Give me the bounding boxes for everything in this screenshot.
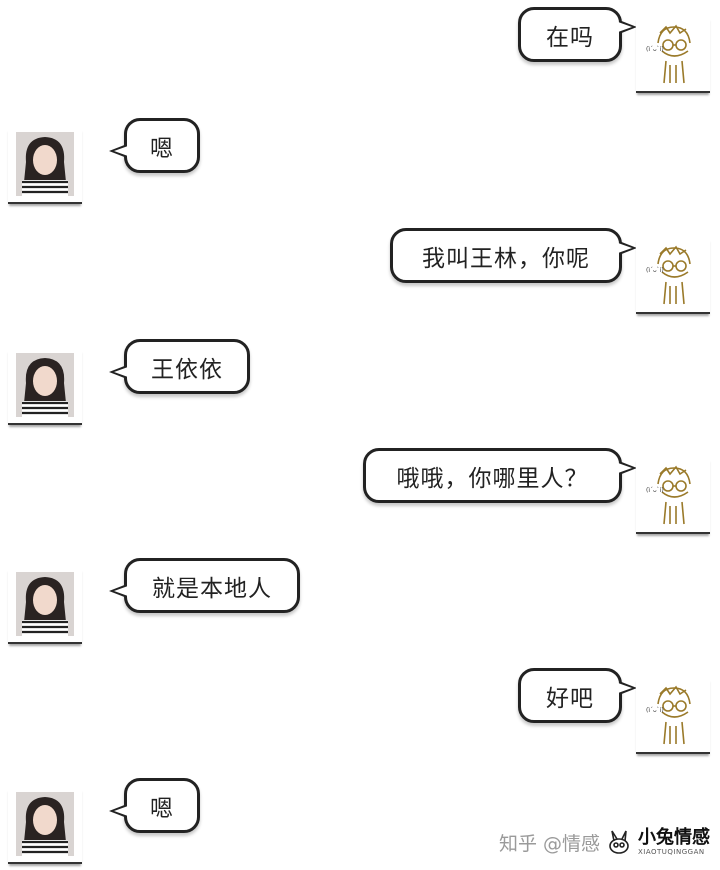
message-text: 嗯 xyxy=(150,795,174,822)
female-avatar[interactable] xyxy=(8,568,82,644)
message-bubble[interactable]: 哦哦，你哪里人？ xyxy=(363,448,637,503)
message-row: 哦哦，你哪里人？ (ìˊᴗˋí) xyxy=(0,448,720,538)
cartoon-boy-icon: (ìˊᴗˋí) xyxy=(646,24,691,84)
svg-text:(ìˊᴗˋí): (ìˊᴗˋí) xyxy=(646,487,664,494)
zhihu-watermark-text: 知乎 @情感 xyxy=(498,832,600,855)
message-bubble[interactable]: 嗯 xyxy=(109,778,200,833)
male-avatar[interactable]: (ìˊᴗˋí) xyxy=(636,458,710,534)
male-avatar[interactable]: (ìˊᴗˋí) xyxy=(636,17,710,93)
message-bubble[interactable]: 嗯 xyxy=(109,118,200,173)
girl-photo-icon xyxy=(16,792,74,856)
brand-logo: 小兔情感 XIAOTUQINGGAN xyxy=(638,826,710,856)
message-text: 在吗 xyxy=(546,24,594,51)
brand-name-en: XIAOTUQINGGAN xyxy=(638,847,705,856)
message-row: 好吧 (ìˊᴗˋí) xyxy=(0,668,720,758)
cartoon-boy-icon: (ìˊᴗˋí) xyxy=(646,685,691,745)
watermark: 知乎 @情感 小兔情感 XIAOTUQINGGAN xyxy=(494,822,714,862)
message-row: 就是本地人 xyxy=(0,558,720,648)
message-bubble[interactable]: 就是本地人 xyxy=(109,558,300,613)
brand-name-cn: 小兔情感 xyxy=(638,826,710,848)
message-bubble[interactable]: 我叫王林，你呢 xyxy=(390,228,637,283)
girl-photo-icon xyxy=(16,132,74,196)
message-row: 在吗 (ìˊᴗˋí) xyxy=(0,7,720,97)
message-bubble[interactable]: 在吗 xyxy=(518,7,637,62)
message-text: 我叫王林，你呢 xyxy=(422,245,590,272)
girl-photo-icon xyxy=(16,353,74,417)
message-row: 我叫王林，你呢 (ìˊᴗˋí) xyxy=(0,228,720,318)
message-bubble[interactable]: 王依依 xyxy=(109,339,250,394)
male-avatar[interactable]: (ìˊᴗˋí) xyxy=(636,678,710,754)
message-text: 哦哦，你哪里人？ xyxy=(396,465,589,492)
svg-text:(ìˊᴗˋí): (ìˊᴗˋí) xyxy=(646,267,664,274)
girl-photo-icon xyxy=(16,572,74,636)
svg-text:(ìˊᴗˋí): (ìˊᴗˋí) xyxy=(646,707,664,714)
message-text: 嗯 xyxy=(150,135,174,162)
message-bubble[interactable]: 好吧 xyxy=(518,668,637,723)
message-text: 就是本地人 xyxy=(152,575,272,602)
cartoon-boy-icon: (ìˊᴗˋí) xyxy=(646,465,691,525)
female-avatar[interactable] xyxy=(8,788,82,864)
svg-text:(ìˊᴗˋí): (ìˊᴗˋí) xyxy=(646,46,664,53)
male-avatar[interactable]: (ìˊᴗˋí) xyxy=(636,238,710,314)
message-row: 王依依 xyxy=(0,339,720,429)
cartoon-boy-icon: (ìˊᴗˋí) xyxy=(646,245,691,305)
message-text: 王依依 xyxy=(151,356,223,383)
rabbit-logo-icon xyxy=(609,830,629,854)
message-text: 好吧 xyxy=(546,685,594,712)
message-row: 嗯 xyxy=(0,118,720,208)
female-avatar[interactable] xyxy=(8,128,82,204)
female-avatar[interactable] xyxy=(8,349,82,425)
